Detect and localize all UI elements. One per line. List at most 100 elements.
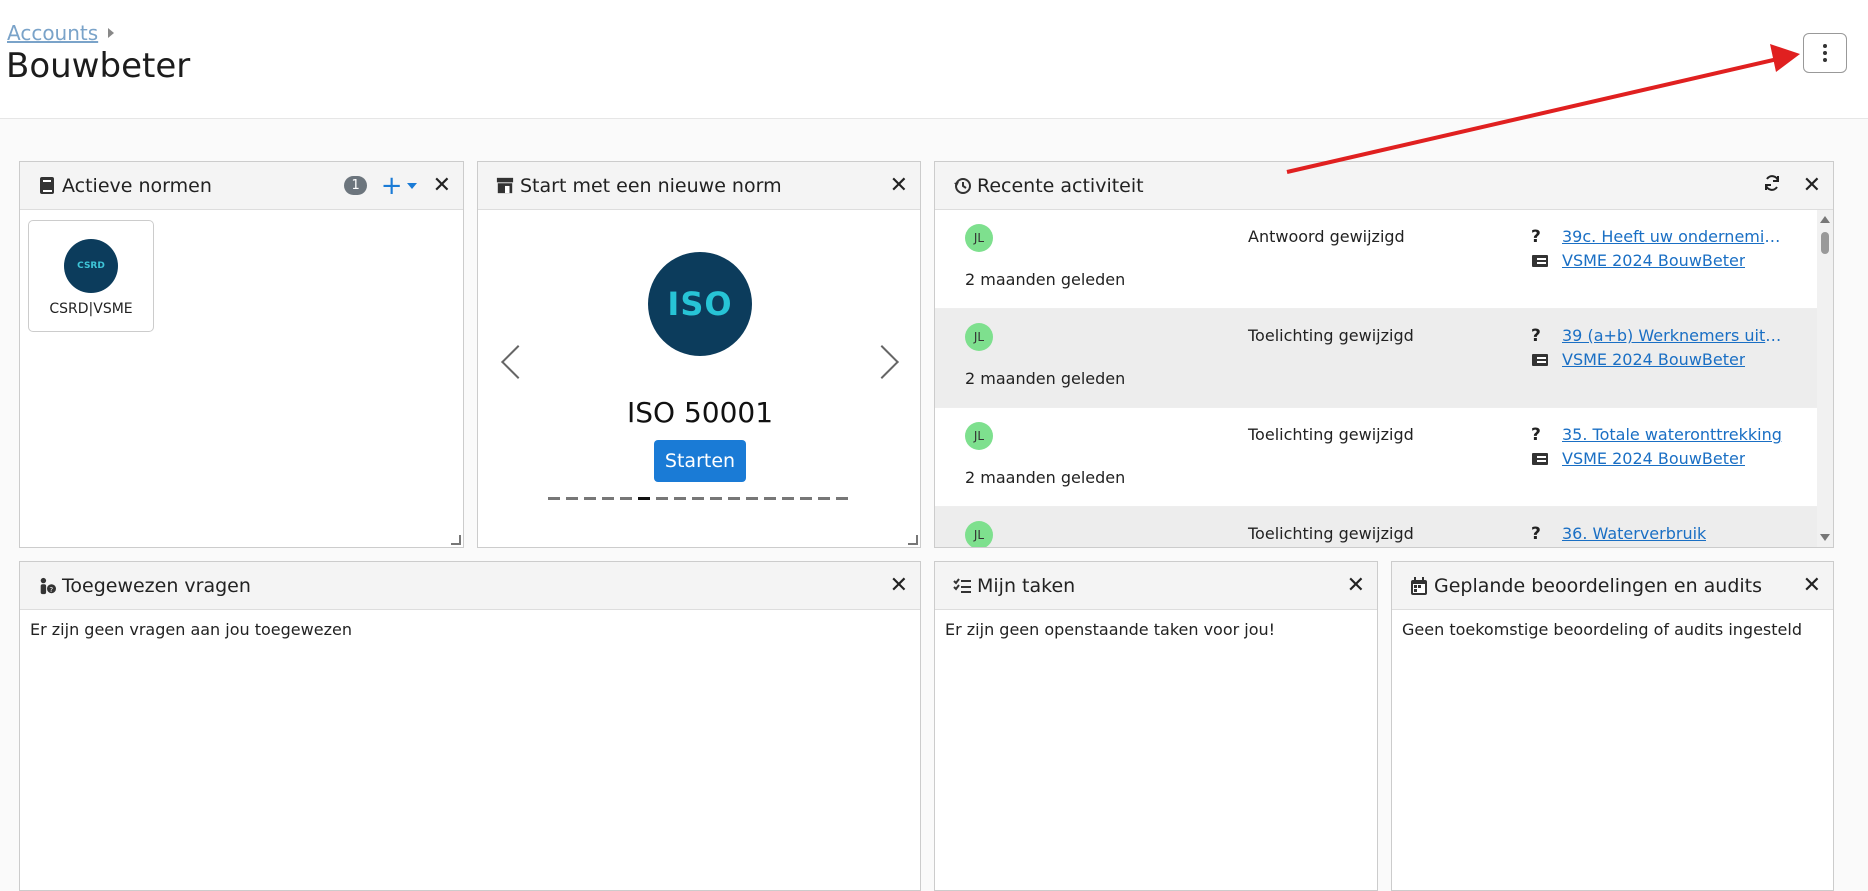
- norm-card-csrd-vsme[interactable]: CSRD CSRD|VSME: [28, 220, 154, 332]
- assigned-empty-message: Er zijn geen vragen aan jou toegewezen: [30, 620, 352, 639]
- close-widget-button[interactable]: ✕: [890, 174, 908, 197]
- question-icon: ?: [1531, 425, 1541, 445]
- person-question-icon: ?: [38, 577, 56, 595]
- avatar: JL: [965, 224, 993, 252]
- close-widget-button[interactable]: ✕: [1803, 574, 1821, 597]
- carousel-indicators: [548, 497, 848, 500]
- carousel-dot[interactable]: [602, 497, 614, 500]
- book-icon: [38, 177, 56, 195]
- page-title: Bouwbeter: [6, 46, 191, 86]
- question-link[interactable]: 39c. Heeft uw onderneming...: [1562, 227, 1782, 246]
- carousel-dot[interactable]: [836, 497, 848, 500]
- svg-text:?: ?: [49, 584, 53, 593]
- activity-time: 2 maanden geleden: [965, 270, 1126, 289]
- assigned-questions-title: Toegewezen vragen: [62, 574, 251, 597]
- close-widget-button[interactable]: ✕: [1347, 574, 1365, 597]
- activity-scrollbar[interactable]: [1817, 210, 1833, 547]
- carousel-dot[interactable]: [746, 497, 758, 500]
- new-norm-title: Start met een nieuwe norm: [520, 174, 782, 197]
- start-norm-button[interactable]: Starten: [654, 440, 746, 482]
- carousel-dot[interactable]: [638, 497, 650, 500]
- scroll-thumb[interactable]: [1821, 232, 1829, 254]
- avatar: JL: [965, 422, 993, 450]
- carousel-dot[interactable]: [710, 497, 722, 500]
- calendar-icon: [1410, 576, 1428, 595]
- carousel-next-icon[interactable]: [865, 345, 899, 379]
- resize-handle[interactable]: [908, 535, 918, 545]
- refresh-button[interactable]: [1763, 174, 1781, 197]
- carousel-dot[interactable]: [782, 497, 794, 500]
- breadcrumb-separator-icon: [108, 28, 115, 38]
- breadcrumb-accounts-link[interactable]: Accounts: [7, 21, 98, 45]
- close-widget-button[interactable]: ✕: [433, 174, 451, 197]
- add-norm-dropdown-button[interactable]: +: [381, 171, 417, 201]
- activity-action: Toelichting gewijzigd: [1248, 326, 1414, 345]
- carousel-norm-name: ISO 50001: [626, 396, 774, 429]
- activity-row: JL 2 maanden geleden Toelichting gewijzi…: [935, 309, 1817, 408]
- csrd-logo-icon: CSRD: [64, 239, 118, 293]
- list-icon: [1532, 453, 1548, 465]
- carousel-dot[interactable]: [728, 497, 740, 500]
- source-link[interactable]: VSME 2024 BouwBeter: [1562, 350, 1745, 369]
- checklist-icon: [953, 577, 971, 595]
- activity-action: Antwoord gewijzigd: [1248, 227, 1405, 246]
- carousel-dot[interactable]: [764, 497, 776, 500]
- question-link[interactable]: 35. Totale wateronttrekking: [1562, 425, 1782, 444]
- assigned-questions-header: ? Toegewezen vragen ✕: [20, 562, 920, 610]
- question-link[interactable]: 39 (a+b) Werknemers uitge...: [1562, 326, 1782, 345]
- activity-row: JL 2 maanden geleden Antwoord gewijzigd …: [935, 210, 1817, 309]
- scroll-down-icon[interactable]: [1820, 534, 1830, 541]
- kebab-dot-icon: [1823, 51, 1827, 55]
- active-norms-title: Actieve normen: [62, 174, 212, 197]
- kebab-dot-icon: [1823, 44, 1827, 48]
- avatar: JL: [965, 521, 993, 547]
- scroll-up-icon[interactable]: [1820, 216, 1830, 223]
- active-norms-count-badge: 1: [344, 176, 367, 195]
- planned-audits-header: Geplande beoordelingen en audits ✕: [1392, 562, 1833, 610]
- norm-card-label: CSRD|VSME: [49, 301, 133, 317]
- csrd-logo-text: CSRD: [77, 261, 105, 271]
- list-icon: [1532, 354, 1548, 366]
- source-link[interactable]: VSME 2024 BouwBeter: [1562, 251, 1745, 270]
- carousel-dot[interactable]: [620, 497, 632, 500]
- carousel-dot[interactable]: [818, 497, 830, 500]
- close-widget-button[interactable]: ✕: [1803, 174, 1821, 197]
- activity-time: 2 maanden geleden: [965, 369, 1126, 388]
- my-tasks-widget: Mijn taken ✕ Er zijn geen openstaande ta…: [934, 561, 1378, 891]
- page-header: Accounts Bouwbeter: [0, 0, 1868, 119]
- plus-icon: +: [380, 170, 403, 201]
- assigned-questions-widget: ? Toegewezen vragen ✕ Er zijn geen vrage…: [19, 561, 921, 891]
- tasks-empty-message: Er zijn geen openstaande taken voor jou!: [945, 620, 1276, 639]
- question-link[interactable]: 36. Waterverbruik: [1562, 524, 1706, 543]
- activity-row: JL Toelichting gewijzigd ? 36. Waterverb…: [935, 507, 1817, 547]
- question-icon: ?: [1531, 524, 1541, 544]
- refresh-icon: [1764, 175, 1779, 191]
- carousel-dot[interactable]: [674, 497, 686, 500]
- source-link[interactable]: VSME 2024 BouwBeter: [1562, 449, 1745, 468]
- planned-audits-title: Geplande beoordelingen en audits: [1434, 574, 1763, 597]
- audits-empty-message: Geen toekomstige beoordeling of audits i…: [1402, 620, 1802, 639]
- activity-row: JL 2 maanden geleden Toelichting gewijzi…: [935, 408, 1817, 507]
- recent-activity-title: Recente activiteit: [977, 174, 1144, 197]
- iso-logo-icon: ISO: [648, 252, 752, 356]
- carousel-dot[interactable]: [800, 497, 812, 500]
- carousel-dot[interactable]: [548, 497, 560, 500]
- kebab-dot-icon: [1823, 58, 1827, 62]
- new-norm-widget: Start met een nieuwe norm ✕ ISO ISO 5000…: [477, 161, 921, 548]
- activity-action: Toelichting gewijzigd: [1248, 524, 1414, 543]
- close-widget-button[interactable]: ✕: [890, 574, 908, 597]
- carousel-dot[interactable]: [566, 497, 578, 500]
- resize-handle[interactable]: [451, 535, 461, 545]
- recent-activity-widget: Recente activiteit ✕ JL 2 maanden gelede…: [934, 161, 1834, 548]
- active-norms-header: Actieve normen 1 + ✕: [20, 162, 463, 210]
- carousel-dot[interactable]: [692, 497, 704, 500]
- more-options-button[interactable]: [1803, 33, 1847, 73]
- breadcrumb: Accounts: [7, 21, 115, 45]
- active-norms-widget: Actieve normen 1 + ✕ CSRD CSRD|VSME: [19, 161, 464, 548]
- planned-audits-widget: Geplande beoordelingen en audits ✕ Geen …: [1391, 561, 1834, 891]
- carousel-dot[interactable]: [656, 497, 668, 500]
- carousel-prev-icon[interactable]: [501, 345, 535, 379]
- activity-time: 2 maanden geleden: [965, 468, 1126, 487]
- carousel-dot[interactable]: [584, 497, 596, 500]
- recent-activity-header: Recente activiteit ✕: [935, 162, 1833, 210]
